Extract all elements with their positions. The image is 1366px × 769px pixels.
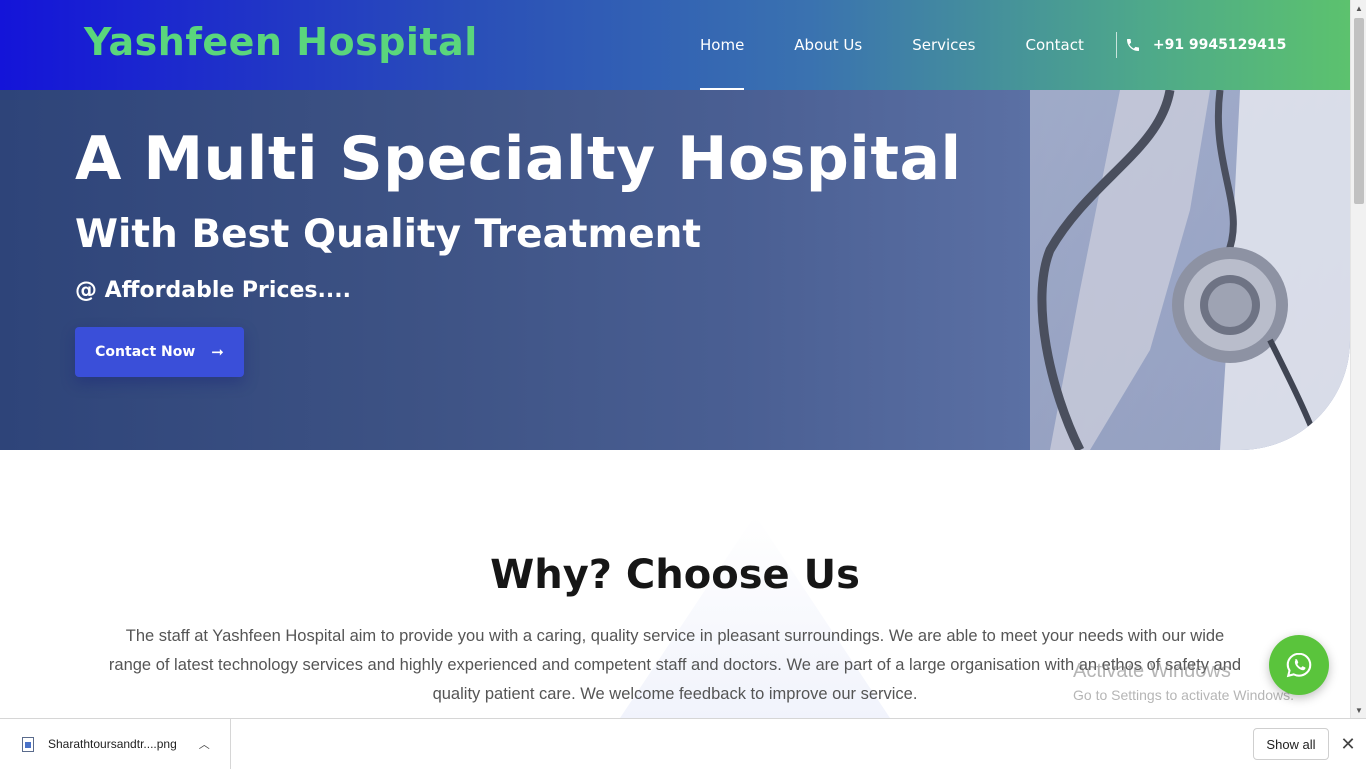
why-choose-us-heading: Why? Choose Us [490, 552, 860, 598]
hero-banner: A Multi Specialty Hospital With Best Qua… [0, 90, 1350, 450]
image-file-icon [22, 736, 34, 752]
scrollbar-thumb[interactable] [1354, 18, 1364, 204]
contact-now-button[interactable]: Contact Now ➞ [75, 327, 244, 377]
scroll-up-arrow-icon[interactable]: ▲ [1351, 0, 1366, 16]
phone-number: +91 9945129415 [1152, 37, 1287, 53]
main-nav: Home About Us Services Contact +91 99451… [700, 0, 1286, 90]
why-choose-us-text: The staff at Yashfeen Hospital aim to pr… [108, 627, 1242, 703]
browser-viewport: Yashfeen Hospital Home About Us Services… [0, 0, 1350, 718]
download-file-name: Sharathtoursandtr....png [48, 737, 177, 751]
watermark-line1: Activate Windows [1073, 660, 1231, 682]
hero-subtitle: With Best Quality Treatment [75, 212, 702, 257]
whatsapp-icon [1286, 652, 1312, 678]
nav-about-us[interactable]: About Us [794, 0, 862, 90]
hero-tagline: @ Affordable Prices.... [75, 278, 351, 303]
chevron-up-icon[interactable]: ︿ [199, 736, 210, 752]
contact-now-label: Contact Now [95, 344, 196, 360]
download-item[interactable]: Sharathtoursandtr....png ︿ [0, 719, 231, 769]
nav-divider [1115, 32, 1117, 58]
watermark-line2: Go to Settings to activate Windows. [1073, 687, 1294, 703]
phone-link[interactable]: +91 9945129415 [1125, 37, 1287, 53]
stethoscope-image [1030, 90, 1350, 450]
phone-icon [1126, 39, 1139, 51]
nav-contact[interactable]: Contact [1025, 0, 1083, 90]
download-bar: Sharathtoursandtr....png ︿ Show all ✕ [0, 718, 1366, 769]
show-all-button[interactable]: Show all [1253, 728, 1329, 760]
activate-windows-watermark: Activate Windows Go to Settings to activ… [1073, 660, 1294, 703]
arrow-right-icon: ➞ [211, 343, 224, 361]
hero-title: A Multi Specialty Hospital [75, 124, 962, 194]
vertical-scrollbar[interactable]: ▲ ▼ [1350, 0, 1366, 718]
nav-services[interactable]: Services [912, 0, 975, 90]
whatsapp-button[interactable] [1269, 635, 1329, 695]
site-header: Yashfeen Hospital Home About Us Services… [0, 0, 1350, 90]
site-logo[interactable]: Yashfeen Hospital [84, 20, 478, 64]
scroll-down-arrow-icon[interactable]: ▼ [1351, 702, 1366, 718]
close-icon[interactable]: ✕ [1338, 734, 1358, 754]
nav-home[interactable]: Home [700, 0, 745, 90]
